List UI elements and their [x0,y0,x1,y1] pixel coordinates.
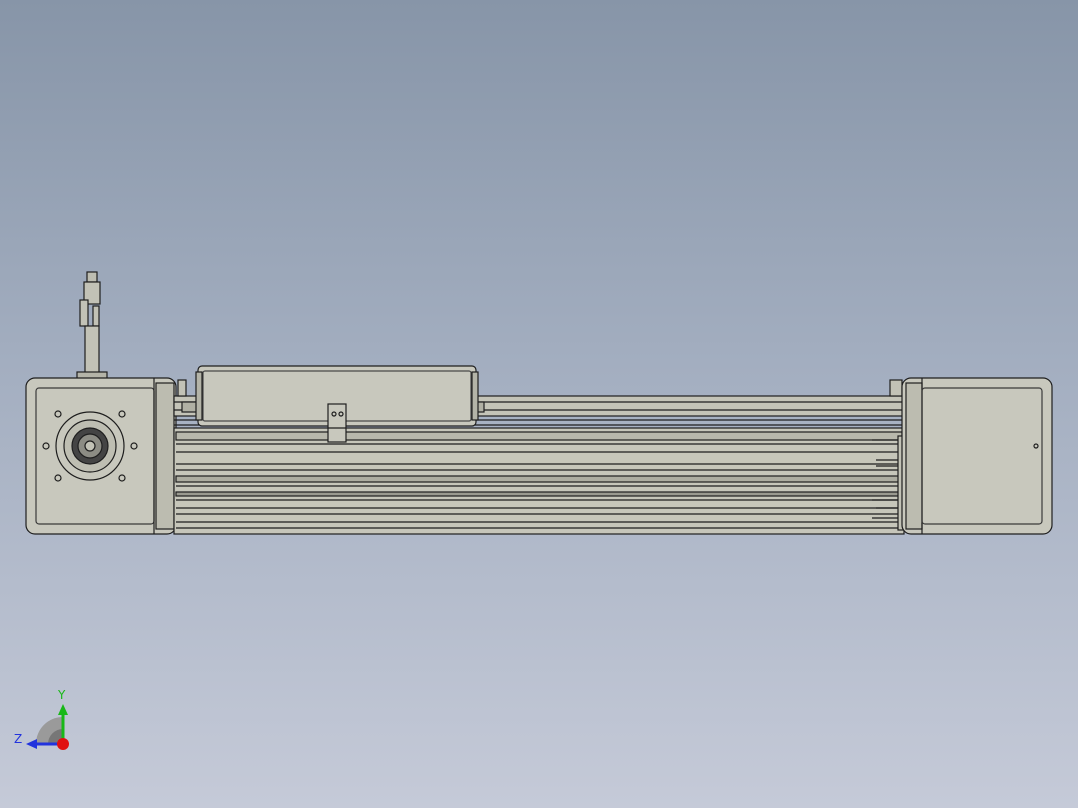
cad-viewport[interactable]: Y Z [0,0,1078,808]
axis-triad: Y Z [10,680,80,750]
left-end-cap[interactable] [25,377,177,535]
right-end-cap[interactable] [901,377,1053,535]
carriage-clamp[interactable] [327,403,347,443]
y-axis-label: Y [58,688,66,702]
linear-actuator-model[interactable] [0,0,1078,808]
origin-dot [57,738,69,750]
sensor-cable[interactable] [76,271,108,380]
aluminium-profile[interactable] [173,427,907,535]
z-axis-label: Z [14,732,23,746]
